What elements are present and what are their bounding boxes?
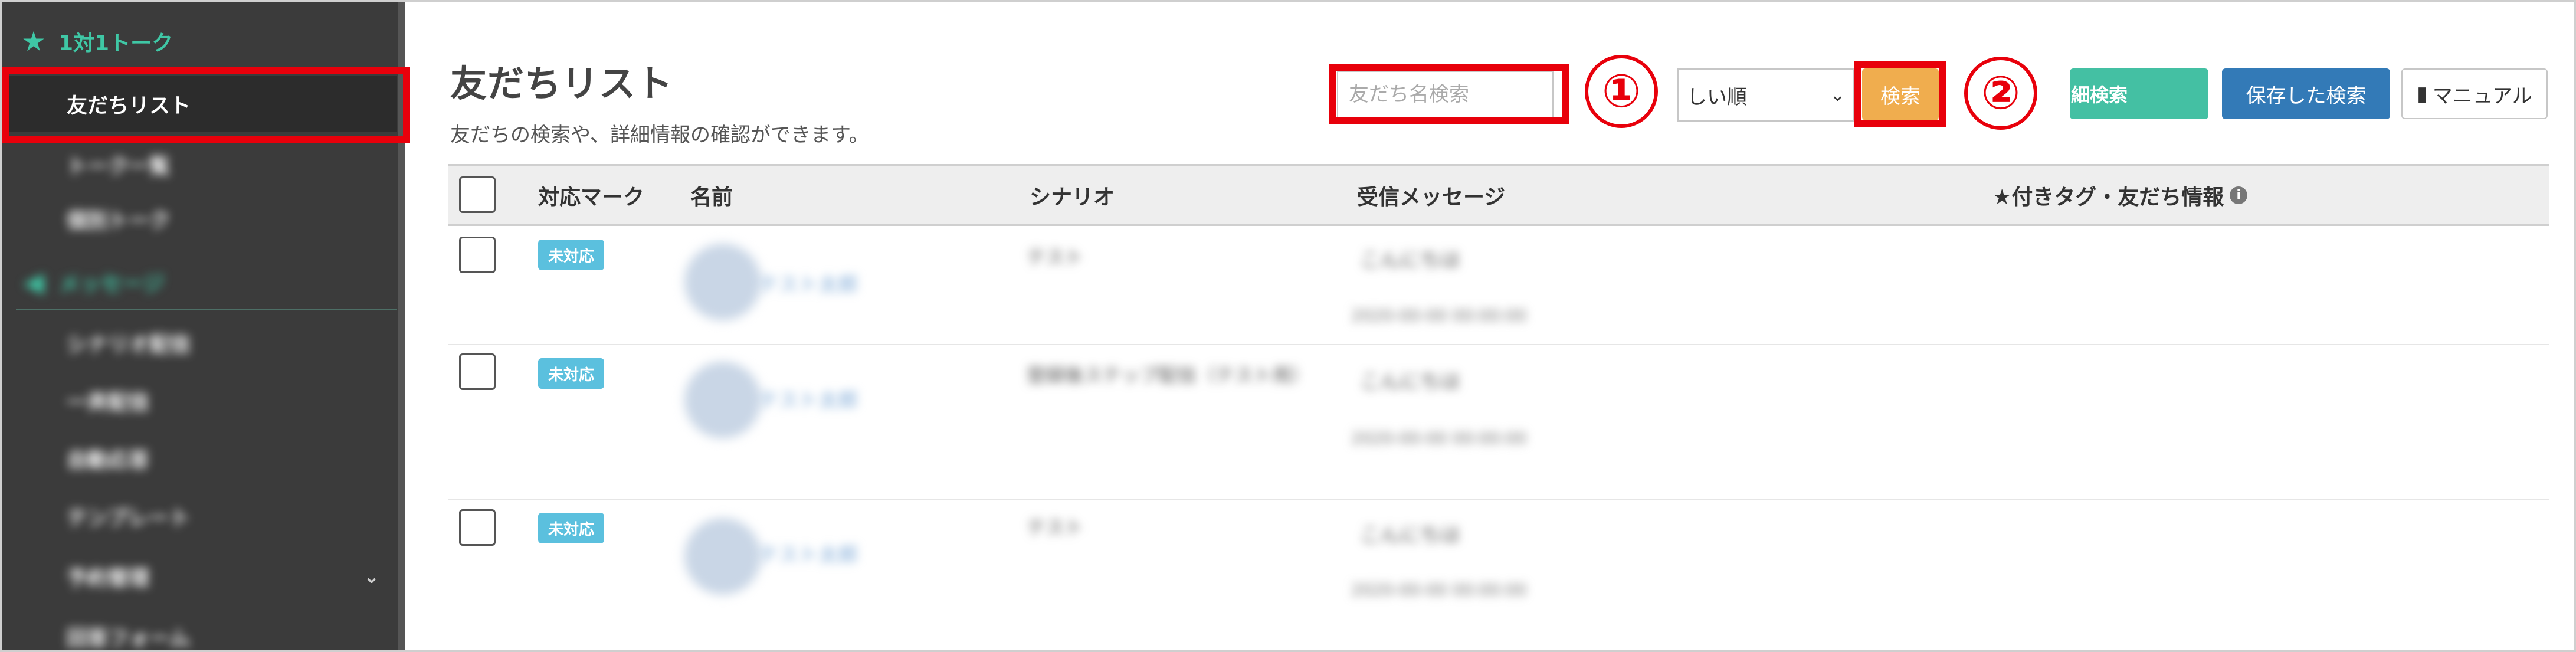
sidebar-item-label: 予約管理 — [67, 566, 150, 591]
sidebar-item-scenario[interactable]: シナリオ配信 — [2, 314, 397, 371]
table-header: 対応マーク 名前 シナリオ 受信メッセージ ★付きタグ・友だち情報 i — [448, 164, 2549, 226]
highlight-box-sidebar — [2, 67, 410, 143]
scenario-text: テスト — [1027, 246, 1084, 268]
megaphone-icon: ◀ — [23, 266, 44, 298]
sidebar-item-label: 個別トーク — [67, 209, 171, 233]
row-divider — [448, 499, 2549, 500]
received-message: こんにちは — [1360, 523, 1460, 547]
received-message: こんにちは — [1360, 248, 1460, 272]
chevron-down-icon[interactable]: ⌄ — [363, 565, 379, 588]
row-divider — [448, 344, 2549, 345]
sidebar-section-label: 1対1トーク — [58, 31, 173, 55]
app-frame: ★ 1対1トーク 友だちリスト トーク一覧 個別トーク ◀ メッセージ シナリオ… — [0, 0, 2576, 652]
sidebar-item-label: 一斉配信 — [67, 391, 150, 415]
sidebar-section-message[interactable]: ◀ メッセージ — [2, 255, 405, 309]
info-icon[interactable]: i — [2230, 186, 2248, 204]
sidebar: ★ 1対1トーク 友だちリスト トーク一覧 個別トーク ◀ メッセージ シナリオ… — [2, 2, 410, 651]
column-header-name: 名前 — [690, 185, 733, 209]
sidebar-item-label: 回答フォーム — [67, 627, 190, 651]
status-badge[interactable]: 未対応 — [538, 358, 604, 389]
row-checkbox[interactable] — [459, 509, 496, 546]
sidebar-item-label: テンプレート — [67, 506, 190, 530]
manual-button[interactable]: ▮ マニュアル — [2401, 68, 2548, 119]
annotation-number-2: ② — [1964, 57, 2037, 130]
avatar — [684, 244, 761, 320]
sidebar-item-label: シナリオ配信 — [67, 333, 191, 357]
status-badge[interactable]: 未対応 — [538, 240, 604, 270]
friend-name[interactable]: テスト太郎 — [758, 539, 858, 568]
sidebar-item-label: 自動応答 — [67, 448, 150, 473]
chevron-down-icon: ⌄ — [1830, 84, 1845, 106]
avatar — [684, 518, 761, 595]
saved-search-button[interactable]: 保存した検索 — [2222, 68, 2390, 119]
table-row[interactable]: 未対応 テスト太郎 テスト こんにちは 2020-00-00 00:00:00 — [448, 503, 2549, 650]
sidebar-section-label: メッセージ — [58, 272, 165, 296]
annotation-number-1: ① — [1585, 55, 1658, 128]
sidebar-item-reservation[interactable]: 予約管理 ⌄ — [2, 548, 397, 605]
page-subtitle: 友だちの検索や、詳細情報の確認ができます。 — [450, 123, 869, 147]
row-checkbox[interactable] — [459, 353, 496, 390]
highlight-box-search-button — [1854, 61, 1946, 127]
sidebar-section-talk[interactable]: ★ 1対1トーク — [2, 15, 405, 68]
sidebar-divider — [16, 309, 397, 310]
sidebar-item-template[interactable]: テンプレート — [2, 488, 397, 545]
sidebar-item-label: トーク一覧 — [67, 155, 171, 179]
column-header-status: 対応マーク — [538, 185, 645, 209]
received-time: 2020-00-00 00:00:00 — [1351, 428, 1527, 448]
received-message: こんにちは — [1360, 370, 1460, 394]
star-icon: ★ — [21, 25, 46, 57]
received-time: 2020-00-00 00:00:00 — [1351, 580, 1527, 599]
scenario-text: テスト — [1027, 516, 1084, 539]
status-badge[interactable]: 未対応 — [538, 513, 604, 543]
sidebar-item-broadcast[interactable]: 一斉配信 — [2, 372, 397, 429]
friend-name[interactable]: テスト太郎 — [758, 384, 858, 413]
column-header-tags: ★付きタグ・友だち情報 i — [1992, 166, 2248, 224]
sort-select[interactable]: しい順 ⌄ — [1677, 68, 1854, 122]
sidebar-item-auto-reply[interactable]: 自動応答 — [2, 430, 397, 487]
page-title: 友だちリスト — [450, 62, 674, 105]
friend-name[interactable]: テスト太郎 — [758, 268, 858, 297]
avatar — [684, 362, 761, 438]
row-checkbox[interactable] — [459, 237, 496, 273]
column-header-tags-label: ★付きタグ・友だち情報 — [1992, 185, 2224, 209]
scenario-text: 登録後ステップ配信（テスト用） — [1027, 364, 1310, 386]
column-header-message: 受信メッセージ — [1357, 185, 1506, 209]
sort-select-value: しい順 — [1687, 85, 1747, 109]
book-icon: ▮ — [2417, 82, 2428, 106]
column-header-scenario: シナリオ — [1030, 185, 1115, 209]
table-row[interactable]: 未対応 テスト太郎 登録後ステップ配信（テスト用） こんにちは 2020-00-… — [448, 349, 2549, 501]
received-time: 2020-00-00 00:00:00 — [1351, 306, 1527, 325]
sidebar-item-talk-list[interactable]: トーク一覧 — [2, 136, 397, 193]
highlight-box-search-input — [1329, 64, 1569, 124]
sidebar-item-individual-talk[interactable]: 個別トーク — [2, 191, 397, 247]
select-all-checkbox[interactable] — [459, 176, 496, 213]
detail-search-button[interactable]: 細検索 — [2070, 68, 2208, 119]
sidebar-item-form[interactable]: 回答フォーム — [2, 608, 397, 651]
manual-button-label: マニュアル — [2432, 84, 2532, 108]
